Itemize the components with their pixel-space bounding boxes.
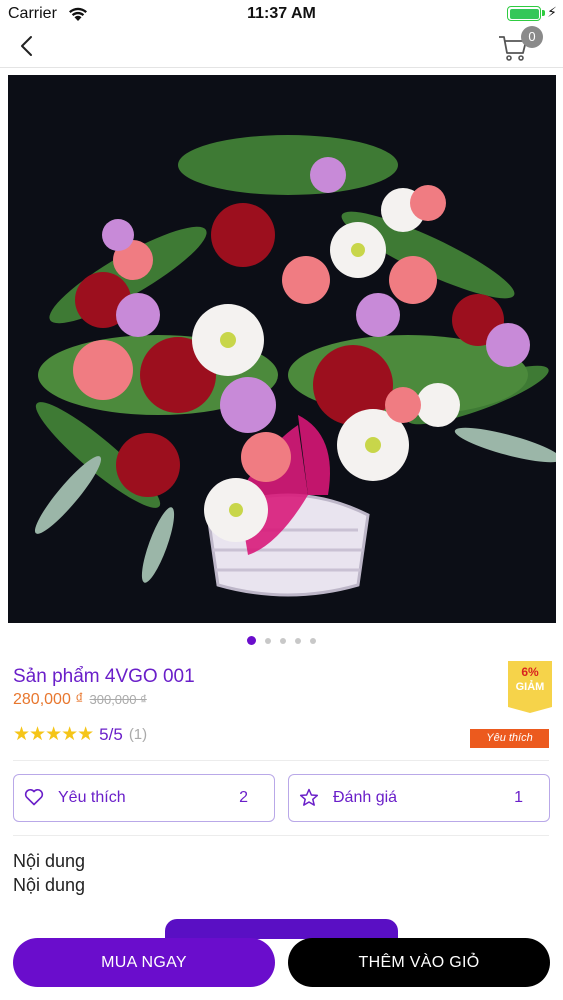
review-count: 1: [514, 789, 523, 806]
rating-score: 5/5: [99, 724, 123, 744]
pager-dot-4[interactable]: [295, 638, 301, 644]
favorite-tag: Yêu thích: [470, 729, 549, 748]
discount-percent: 6%: [521, 665, 539, 679]
review-button[interactable]: Đánh giá 1: [288, 774, 550, 822]
charging-icon: ⚡: [547, 4, 557, 20]
back-button[interactable]: [14, 32, 42, 60]
review-label: Đánh giá: [333, 789, 398, 806]
chevron-left-icon: [21, 36, 32, 56]
star-outline-icon: [299, 788, 319, 812]
like-button[interactable]: Yêu thích 2: [13, 774, 275, 822]
content-line-1: Nội dung: [13, 851, 86, 871]
like-count: 2: [239, 789, 248, 806]
content-line-2: Nội dung: [13, 875, 86, 895]
clock: 11:37 AM: [247, 5, 316, 22]
divider: [13, 760, 549, 761]
buy-now-button[interactable]: MUA NGAY: [13, 938, 275, 987]
rating-row: ★★★★★ 5/5 (1): [13, 723, 147, 746]
discount-label: GIẢM: [515, 681, 545, 693]
heart-icon: [24, 788, 44, 811]
cart-count-badge: 0: [521, 26, 543, 48]
rating-count: (1): [128, 726, 148, 743]
old-price: 300,000 ₫: [89, 692, 147, 707]
pager-dot-3[interactable]: [280, 638, 286, 644]
battery-cap: [542, 10, 545, 16]
cart-button[interactable]: 0: [497, 26, 543, 64]
flower-bouquet-image: [8, 75, 556, 623]
pager-dot-2[interactable]: [265, 638, 271, 644]
battery-icon: [507, 6, 541, 21]
like-label: Yêu thích: [58, 789, 126, 806]
price-row: 280,000 ₫ 300,000 ₫: [13, 691, 147, 709]
image-pager[interactable]: [0, 636, 563, 646]
divider: [13, 835, 549, 836]
hidden-button-peek: [165, 919, 398, 939]
discount-badge: 6% GIẢM: [508, 661, 552, 713]
add-to-cart-button[interactable]: THÊM VÀO GIỎ: [288, 938, 550, 987]
pager-dot-1[interactable]: [247, 636, 256, 645]
current-price: 280,000 ₫: [13, 691, 84, 708]
rating-stars-icon: ★★★★★: [13, 724, 94, 745]
status-bar: Carrier 11:37 AM ⚡: [0, 0, 563, 28]
product-image[interactable]: [8, 75, 556, 623]
pager-dot-5[interactable]: [310, 638, 316, 644]
product-title: Sản phẩm 4VGO 001: [13, 666, 195, 687]
nav-bar: 0: [0, 26, 563, 68]
